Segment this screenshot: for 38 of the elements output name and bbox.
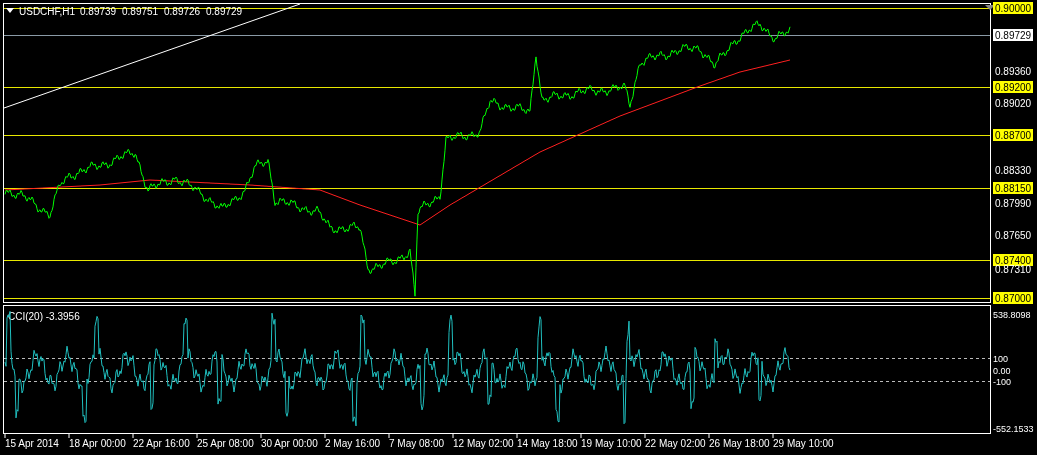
price-axis-label: 0.89020 xyxy=(995,98,1032,109)
time-axis-label: 22 Apr 16:00 xyxy=(133,438,190,449)
price-level-label: 0.87000 xyxy=(993,292,1033,304)
time-axis-label: 30 Apr 00:00 xyxy=(261,438,318,449)
price-level-label: 0.87400 xyxy=(993,254,1033,266)
dropdown-triangle-icon[interactable] xyxy=(6,8,14,13)
price-level-label: 0.88700 xyxy=(993,129,1033,141)
symbol-label: USDCHF,H1 xyxy=(19,6,76,17)
indicator-axis-label: 100 xyxy=(993,354,1009,364)
time-axis-label: 18 Apr 00:00 xyxy=(69,438,126,449)
price-axis-label: 0.89360 xyxy=(995,66,1032,77)
price-axis-label: 0.88330 xyxy=(995,165,1032,176)
time-axis-label: 14 May 18:00 xyxy=(517,438,578,449)
time-axis-label: 15 Apr 2014 xyxy=(5,438,59,449)
quote-value: 0.89739 xyxy=(80,6,117,17)
indicator-label: CCI(20) -3.3956 xyxy=(8,311,80,322)
time-axis-label: 26 May 18:00 xyxy=(709,438,770,449)
price-level-label: 0.90000 xyxy=(993,2,1033,14)
quote-value: 0.89751 xyxy=(122,6,159,17)
price-level-label: 0.89729 xyxy=(993,29,1033,41)
price-level-label: 0.89200 xyxy=(993,81,1033,93)
price-axis-label: 0.87650 xyxy=(995,230,1032,241)
time-axis-label: 22 May 02:00 xyxy=(645,438,706,449)
quote-value: 0.89729 xyxy=(206,6,243,17)
price-axis-label: 0.87310 xyxy=(995,264,1032,275)
price-level-label: 0.88150 xyxy=(993,182,1033,194)
quote-value: 0.89726 xyxy=(164,6,201,17)
time-axis-label: 19 May 10:00 xyxy=(581,438,642,449)
time-axis-label: 12 May 02:00 xyxy=(453,438,514,449)
indicator-axis-label: -552.1533 xyxy=(993,424,1034,434)
time-axis-label: 29 May 10:00 xyxy=(773,438,834,449)
indicator-axis-label: -100 xyxy=(993,377,1011,387)
indicator-axis-label: 538.8098 xyxy=(993,310,1031,320)
time-axis-label: 2 May 16:00 xyxy=(325,438,381,449)
price-axis-label: 0.87990 xyxy=(995,198,1032,209)
indicator-axis-label: 0.00 xyxy=(993,366,1011,376)
time-axis-label: 7 May 08:00 xyxy=(389,438,445,449)
time-axis-label: 25 Apr 08:00 xyxy=(197,438,254,449)
